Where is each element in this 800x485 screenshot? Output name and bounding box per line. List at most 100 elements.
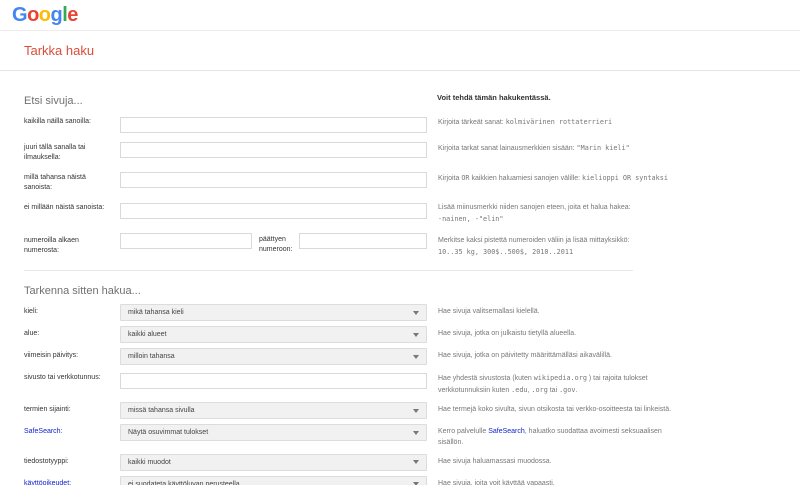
chevron-down-icon <box>413 333 419 337</box>
logo-letter: e <box>67 4 78 26</box>
hint-segment: Hae sivuja, joita voit käyttää vapaasti. <box>438 480 555 485</box>
site-domain-input[interactable] <box>120 373 427 389</box>
hint-code: "Marin kieli" <box>577 144 630 152</box>
none-words-label: ei millään näistä sanoista: <box>24 200 120 213</box>
hint-text: Merkitse kaksi pistettä numeroiden välii… <box>438 233 678 259</box>
form-row: käyttöoikeudet: ei suodateta käyttöluvan… <box>24 476 776 485</box>
none-words-input[interactable] <box>120 203 427 219</box>
safesearch-label-link[interactable]: SafeSearch: <box>24 428 63 435</box>
hint-text: Hae sivuja, jotka on julkaistu tietyllä … <box>438 326 678 340</box>
hint-code: .edu <box>511 386 527 394</box>
numbers-range-label: numeroilla alkaen numerosta: <box>24 233 120 256</box>
all-words-input[interactable] <box>120 117 427 133</box>
hint-segment: Lisää miinusmerkki niiden sanojen eteen,… <box>438 204 631 211</box>
number-from-input[interactable] <box>120 233 252 249</box>
hint-text: Hae sivuja valitsemallasi kielellä. <box>438 304 678 318</box>
all-words-label: kaikilla näillä sanoilla: <box>24 114 120 127</box>
language-label: kieli: <box>24 304 120 317</box>
hint-text: Hae sivuja, joita voit käyttää vapaasti. <box>438 476 678 485</box>
page-title: Tarkka haku <box>24 43 94 58</box>
hint-code: OR <box>461 174 469 182</box>
title-bar: Tarkka haku <box>0 31 800 71</box>
number-to-label: päättyen numeroon: <box>252 233 299 255</box>
form-row: viimeisin päivitys: milloin tahansa Hae … <box>24 348 776 365</box>
hint-text: Lisää miinusmerkki niiden sanojen eteen,… <box>438 200 678 226</box>
exact-phrase-label: juuri tällä sanalla tai ilmauksella: <box>24 140 120 163</box>
safesearch-hint-link[interactable]: SafeSearch <box>488 428 525 435</box>
chevron-down-icon <box>413 431 419 435</box>
select-value: kaikki muodot <box>128 459 171 466</box>
select-value: mikä tahansa kieli <box>128 309 184 316</box>
region-label: alue: <box>24 326 120 339</box>
hint-segment: Hae sivuja, jotka on julkaistu tietyllä … <box>438 330 576 337</box>
last-update-select[interactable]: milloin tahansa <box>120 348 427 365</box>
hint-text: Hae termejä koko sivulta, sivun otsikost… <box>438 402 678 416</box>
form-row: ei millään näistä sanoista: Lisää miinus… <box>24 200 776 226</box>
form-row: millä tahansa näistä sanoista: Kirjoita … <box>24 170 776 193</box>
hint-text: Kerro palvelulle SafeSearch, haluatko su… <box>438 424 678 449</box>
exact-phrase-input[interactable] <box>120 142 427 158</box>
hint-segment: Kirjoita tarkat sanat lainausmerkkien si… <box>438 145 577 152</box>
select-value: missä tahansa sivulla <box>128 407 195 414</box>
hint-segment: Hae sivuja haluamassasi muodossa. <box>438 458 552 465</box>
hint-code: kolmivärinen rottaterrieri <box>506 118 612 126</box>
hint-text: Kirjoita OR kaikkien haluamiesi sanojen … <box>438 170 678 185</box>
top-header: Google <box>0 0 800 31</box>
hint-text: Kirjoita tärkeät sanat: kolmivärinen rot… <box>438 114 678 129</box>
select-value: milloin tahansa <box>128 353 175 360</box>
advanced-search-form: Etsi sivuja... Voit tehdä tämän hakukent… <box>0 71 800 485</box>
filetype-label: tiedostotyyppi: <box>24 454 120 467</box>
chevron-down-icon <box>413 311 419 315</box>
logo-letter: o <box>27 4 39 26</box>
form-row: SafeSearch: Näytä osuvimmat tulokset Ker… <box>24 424 776 449</box>
hint-segment: kaikkien haluamiesi sanojen välille: <box>470 175 582 182</box>
hint-code: 10..35 kg, 300$..500$, 2010..2011 <box>438 248 573 256</box>
form-row: termien sijainti: missä tahansa sivulla … <box>24 402 776 419</box>
form-row: tiedostotyyppi: kaikki muodot Hae sivuja… <box>24 454 776 471</box>
logo-letter: o <box>39 4 51 26</box>
hint-text: Hae sivuja haluamassasi muodossa. <box>438 454 678 468</box>
site-domain-label: sivusto tai verkkotunnus: <box>24 370 120 383</box>
filetype-select[interactable]: kaikki muodot <box>120 454 427 471</box>
logo-letter: g <box>51 4 63 26</box>
region-select[interactable]: kaikki alueet <box>120 326 427 343</box>
terms-location-label: termien sijainti: <box>24 402 120 415</box>
language-select[interactable]: mikä tahansa kieli <box>120 304 427 321</box>
chevron-down-icon <box>413 460 419 464</box>
hint-segment: Kirjoita <box>438 175 461 182</box>
chevron-down-icon <box>413 409 419 413</box>
select-value: kaikki alueet <box>128 331 167 338</box>
hint-text: Kirjoita tarkat sanat lainausmerkkien si… <box>438 140 678 155</box>
select-value: ei suodateta käyttöluvan perusteella <box>128 481 240 485</box>
last-update-label: viimeisin päivitys: <box>24 348 120 361</box>
usage-rights-select[interactable]: ei suodateta käyttöluvan perusteella <box>120 476 427 485</box>
form-row: kieli: mikä tahansa kieli Hae sivuja val… <box>24 304 776 321</box>
safesearch-select[interactable]: Näytä osuvimmat tulokset <box>120 424 427 441</box>
hint-code: kielioppi OR syntaksi <box>582 174 668 182</box>
logo-letter: G <box>12 4 27 26</box>
usage-rights-label-link[interactable]: käyttöoikeudet: <box>24 480 71 485</box>
form-row: alue: kaikki alueet Hae sivuja, jotka on… <box>24 326 776 343</box>
google-logo[interactable]: Google <box>12 4 78 27</box>
hint-segment: Kerro palvelulle <box>438 428 488 435</box>
hint-segment: Hae yhdestä sivustosta (kuten <box>438 375 534 382</box>
hint-code: .org <box>531 386 547 394</box>
select-value: Näytä osuvimmat tulokset <box>128 429 208 436</box>
form-row: numeroilla alkaen numerosta: päättyen nu… <box>24 233 776 259</box>
hint-segment: tai <box>548 387 559 394</box>
any-words-input[interactable] <box>120 172 427 188</box>
form-row: sivusto tai verkkotunnus: Hae yhdestä si… <box>24 370 776 397</box>
narrow-results-heading: Tarkenna sitten hakua... <box>24 285 141 297</box>
terms-location-select[interactable]: missä tahansa sivulla <box>120 402 427 419</box>
any-words-label: millä tahansa näistä sanoista: <box>24 170 120 193</box>
hint-code: .gov <box>559 386 575 394</box>
hint-segment: Kirjoita tärkeät sanat: <box>438 119 506 126</box>
find-pages-heading: Etsi sivuja... <box>24 95 83 107</box>
hint-code: -nainen, -"elin" <box>438 215 503 223</box>
hint-code: wikipedia.org <box>534 374 587 382</box>
hint-segment: Hae sivuja, jotka on päivitetty määrittä… <box>438 352 612 359</box>
form-row: kaikilla näillä sanoilla: Kirjoita tärke… <box>24 114 776 133</box>
form-row: juuri tällä sanalla tai ilmauksella: Kir… <box>24 140 776 163</box>
number-to-input[interactable] <box>299 233 427 249</box>
hints-heading: Voit tehdä tämän hakukentässä. <box>437 93 551 102</box>
